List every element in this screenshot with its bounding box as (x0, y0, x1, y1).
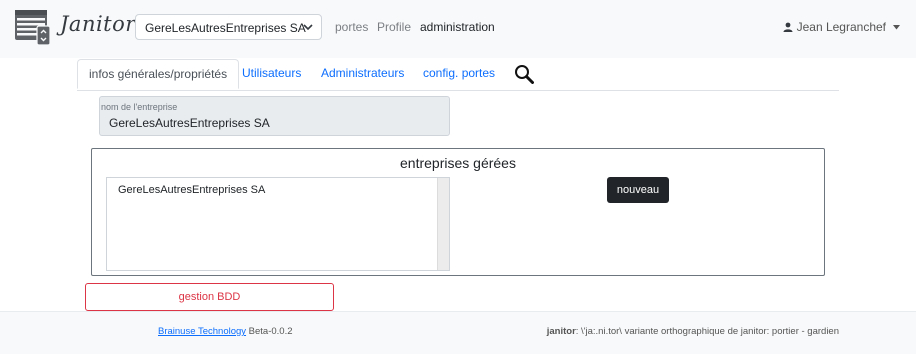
managed-companies-panel: entreprises gérées GereLesAutresEntrepri… (91, 148, 825, 276)
person-icon (783, 22, 793, 32)
caret-down-icon (893, 24, 900, 29)
nav-link-portes[interactable]: portes (335, 20, 368, 34)
company-name-value: GereLesAutresEntreprises SA (109, 116, 270, 130)
list-item[interactable]: GereLesAutresEntreprises SA (118, 184, 265, 196)
brand-name[interactable]: Janitor (60, 12, 136, 36)
footer-credits: Brainuse Technology Beta-0.0.2 (158, 326, 293, 337)
search-icon[interactable] (514, 64, 534, 84)
db-management-button[interactable]: gestion BDD (85, 283, 334, 311)
company-link[interactable]: Brainuse Technology (158, 326, 246, 337)
version-text: Beta-0.0.2 (248, 326, 293, 337)
managed-companies-list[interactable]: GereLesAutresEntreprises SA (106, 177, 450, 271)
company-select-value: GereLesAutresEntreprises SA (145, 21, 306, 35)
list-scrollbar[interactable] (437, 178, 449, 270)
definition-word: janitor (546, 326, 576, 337)
user-menu[interactable]: Jean Legranchef (783, 20, 900, 34)
footer: Brainuse Technology Beta-0.0.2 janitor: … (0, 311, 916, 354)
managed-companies-title: entreprises gérées (400, 155, 516, 171)
company-select[interactable]: GereLesAutresEntreprises SA (135, 14, 322, 40)
admin-tabs: infos générales/propriétés Utilisateurs … (77, 59, 839, 91)
nav-link-profile[interactable]: Profile (377, 20, 411, 34)
navbar: Janitor GereLesAutresEntreprises SA port… (0, 0, 916, 58)
company-name-label: nom de l'entreprise (101, 102, 178, 112)
company-name-field: nom de l'entreprise GereLesAutresEntrepr… (99, 96, 450, 136)
footer-definition: janitor: \'ja:.ni.tor\ variante orthogra… (547, 326, 839, 337)
tab-door-config[interactable]: config. portes (423, 59, 495, 89)
chevron-down-icon (303, 24, 313, 31)
user-name: Jean Legranchef (796, 20, 886, 34)
tab-administrators[interactable]: Administrateurs (321, 59, 404, 89)
definition-text: : \'ja:.ni.tor\ variante orthographique … (575, 326, 839, 337)
server-logo-icon[interactable] (14, 8, 52, 46)
nav-link-administration[interactable]: administration (420, 20, 495, 34)
tab-users[interactable]: Utilisateurs (242, 59, 301, 89)
tab-general-info[interactable]: infos générales/propriétés (77, 59, 240, 89)
new-company-button[interactable]: nouveau (607, 177, 669, 203)
